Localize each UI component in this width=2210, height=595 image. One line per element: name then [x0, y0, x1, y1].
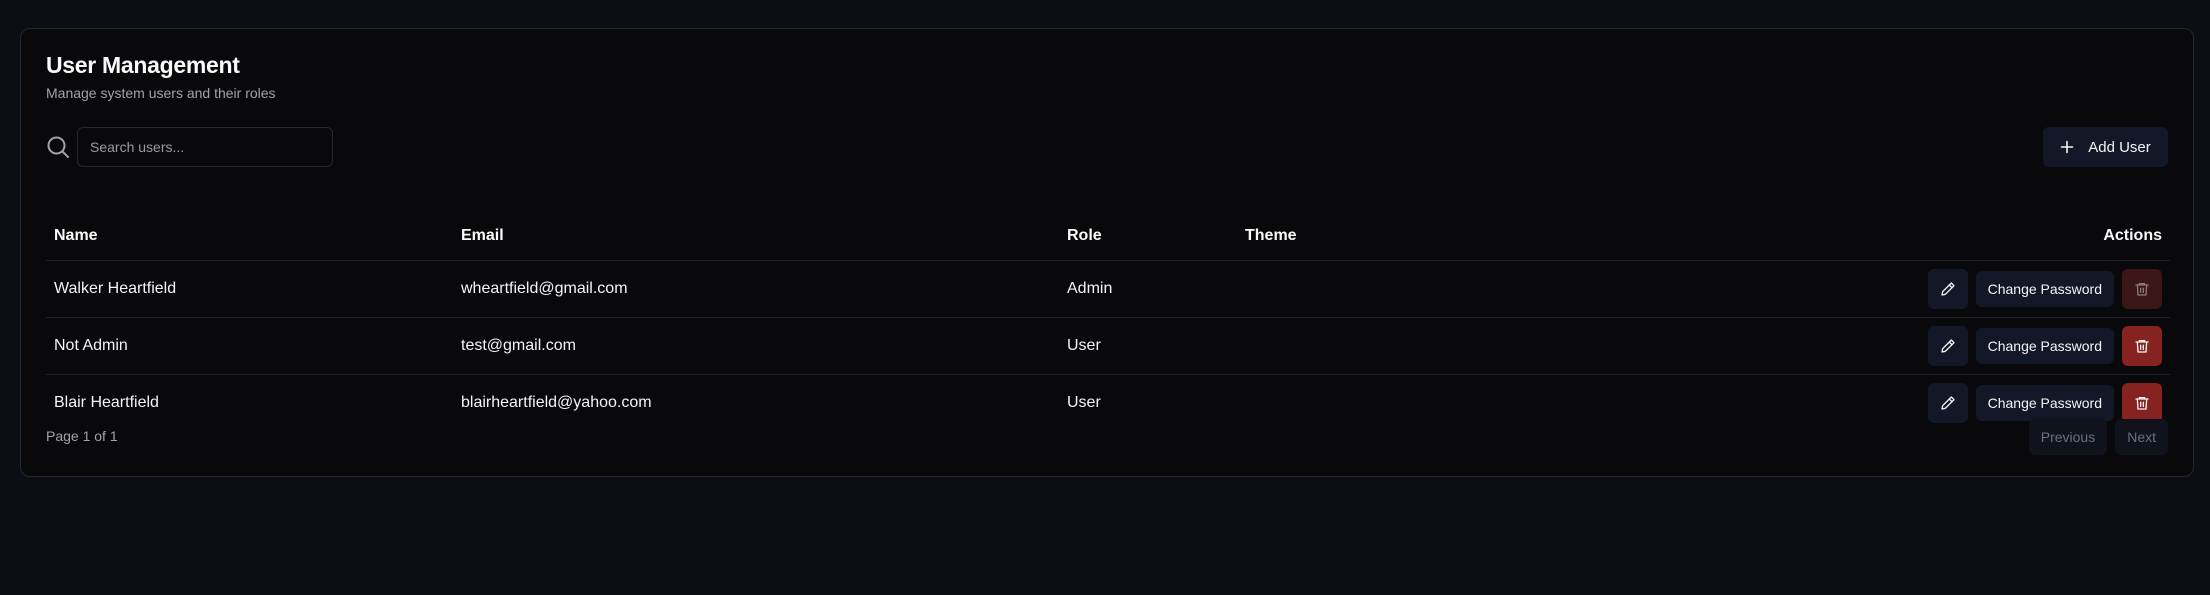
- table-header-row: Name Email Role Theme Actions: [46, 212, 2170, 261]
- next-page-button[interactable]: Next: [2115, 419, 2168, 455]
- change-password-button[interactable]: Change Password: [1975, 271, 2114, 307]
- table-row: Blair Heartfield blairheartfield@yahoo.c…: [46, 375, 2170, 432]
- user-theme-cell: [1237, 260, 1436, 318]
- user-role-cell: User: [1059, 317, 1237, 375]
- user-role-cell: Admin: [1059, 260, 1237, 318]
- column-header-theme[interactable]: Theme: [1237, 212, 1436, 261]
- user-role-cell: User: [1067, 394, 1101, 411]
- add-user-label: Add User: [2088, 138, 2151, 156]
- change-password-button[interactable]: Change Password: [1975, 385, 2114, 421]
- pencil-icon: [1940, 282, 1955, 296]
- delete-user-button[interactable]: [2122, 383, 2162, 423]
- user-name-cell: Walker Heartfield: [46, 260, 453, 318]
- table-row: Walker Heartfield wheartfield@gmail.com …: [46, 260, 2170, 318]
- search-icon: [47, 136, 69, 158]
- user-theme-cell: [1237, 317, 1436, 375]
- user-name-cell: Blair Heartfield: [54, 394, 159, 411]
- column-header-role[interactable]: Role: [1059, 212, 1237, 261]
- column-header-name[interactable]: Name: [46, 212, 453, 261]
- table-row: Not Admin test@gmail.com User Change Pas…: [46, 317, 2170, 375]
- user-name-cell: Not Admin: [46, 317, 453, 375]
- pencil-icon: [1940, 339, 1955, 353]
- users-table: Name Email Role Theme Actions Walker Hea…: [46, 212, 2170, 431]
- delete-user-button[interactable]: [2122, 269, 2162, 309]
- user-email-cell: blairheartfield@yahoo.com: [461, 394, 652, 411]
- column-header-actions: Actions: [1435, 212, 2170, 261]
- trash-icon: [2135, 340, 2149, 353]
- user-management-card: User Management Manage system users and …: [20, 28, 2194, 477]
- plus-icon: [2060, 140, 2074, 154]
- page-subtitle: Manage system users and their roles: [46, 85, 276, 101]
- pencil-icon: [1940, 396, 1955, 410]
- change-password-button[interactable]: Change Password: [1975, 328, 2114, 364]
- user-email-cell: wheartfield@gmail.com: [453, 260, 1059, 318]
- row-actions: Change Password: [1435, 260, 2170, 318]
- row-actions: Change Password: [1435, 317, 2170, 375]
- trash-icon: [2135, 283, 2149, 296]
- user-theme-cell: [1237, 375, 1435, 432]
- pagination-controls: Previous Next: [2028, 419, 2168, 455]
- previous-page-button[interactable]: Previous: [2028, 419, 2108, 455]
- edit-user-button[interactable]: [1927, 269, 1968, 309]
- edit-user-button[interactable]: [1927, 326, 1968, 366]
- delete-user-button[interactable]: [2122, 326, 2162, 366]
- edit-user-button[interactable]: [1927, 383, 1968, 423]
- add-user-button[interactable]: Add User: [2043, 127, 2168, 167]
- page-info: Page 1 of 1: [46, 428, 118, 444]
- page-title: User Management: [46, 52, 240, 78]
- user-email-cell: test@gmail.com: [453, 317, 1059, 375]
- column-header-email[interactable]: Email: [453, 212, 1059, 261]
- search-input[interactable]: [77, 127, 333, 167]
- trash-icon: [2135, 397, 2149, 410]
